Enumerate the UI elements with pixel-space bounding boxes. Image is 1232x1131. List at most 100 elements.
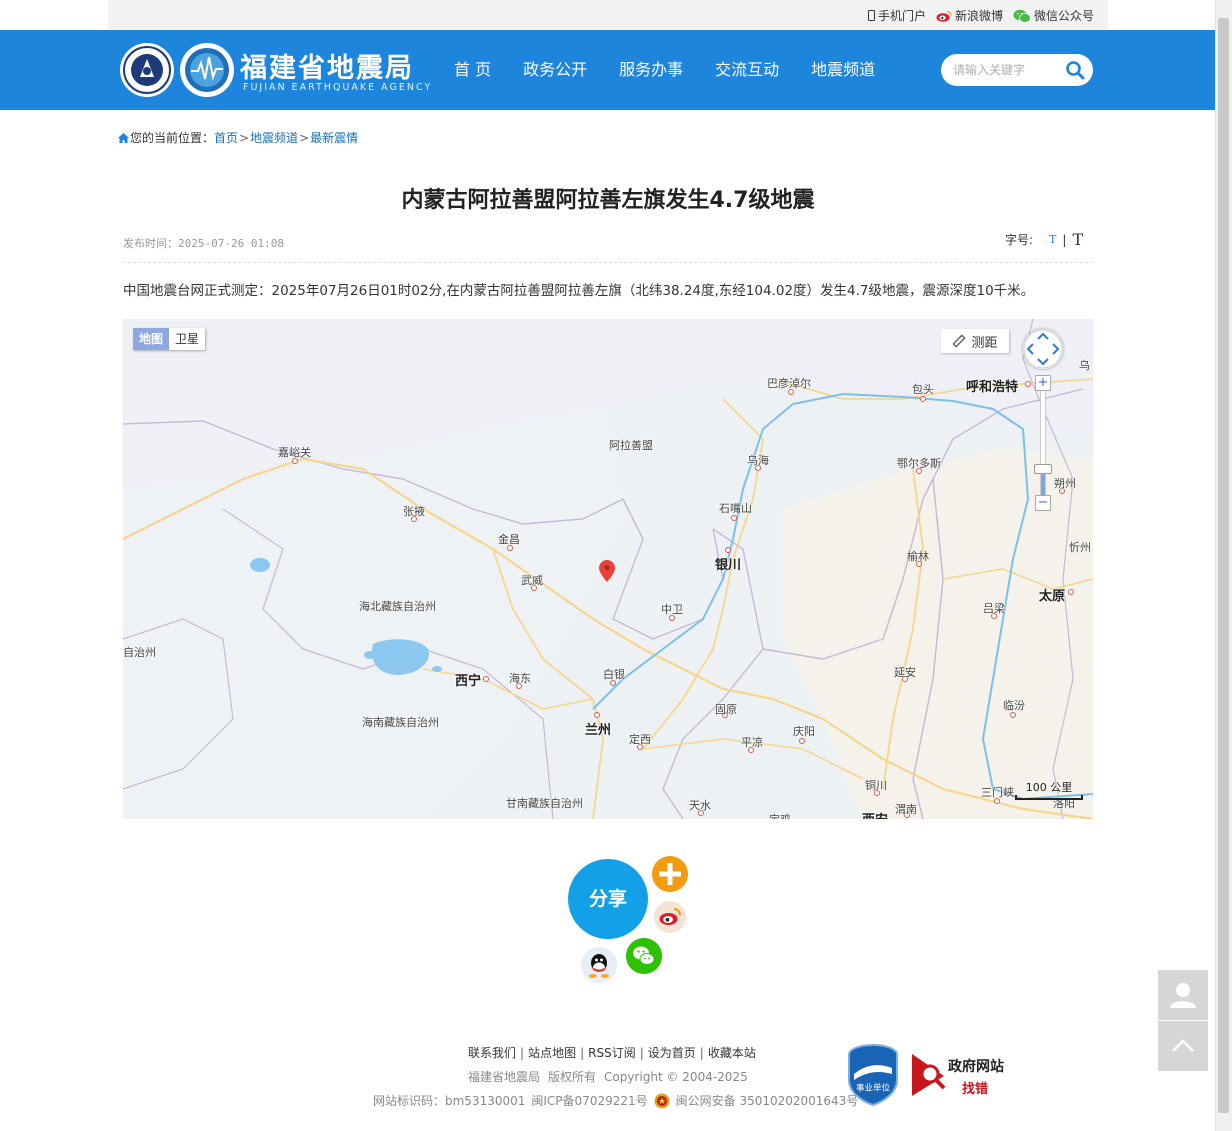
footer-link-sitemap[interactable]: 站点地图 [528,1046,576,1060]
mobile-portal-label: 手机门户 [877,9,926,23]
map-label-weinan: 渭南 [895,803,917,816]
breadcrumb-latest-quakes[interactable]: 最新震情 [310,129,358,146]
breadcrumb-separator: > [239,130,250,145]
font-size-switcher: 字号: T | T [1005,230,1083,249]
earthquake-administration-seal [120,43,174,97]
map-label-zhongwei: 中卫 [661,603,683,616]
weibo-label: 新浪微博 [954,9,1003,23]
epicenter-map[interactable]: 巴彦淖尔 包头 呼和浩特 乌 阿拉善盟 乌海 鄂尔多斯 嘉峪关 朔州 张掖 石嘴… [123,319,1093,819]
map-label-haibei: 海北藏族自治州 [359,600,436,613]
share-more-icon[interactable] [652,856,688,892]
epicenter-marker-icon[interactable] [599,560,615,582]
map-label-qingyang: 庆阳 [793,725,815,738]
nav-government-affairs[interactable]: 政务公开 [507,30,603,110]
share-button[interactable]: 分享 [568,859,648,939]
map-label-linfen: 临汾 [1003,699,1025,712]
page-scrollbar-thumb[interactable] [1218,18,1229,1113]
map-type-satellite-button[interactable]: 卫星 [169,328,206,350]
map-label-tianshui: 天水 [689,799,711,812]
share-qq-icon[interactable] [581,947,617,983]
nav-earthquake-channel[interactable]: 地震频道 [795,30,891,110]
map-label-pingliang: 平凉 [741,736,763,749]
magnifier-icon [912,1054,946,1096]
main-nav: 首 页 政务公开 服务办事 交流互动 地震频道 [438,30,891,110]
map-label-shuozhou: 朔州 [1054,477,1076,490]
map-label-hohhot: 呼和浩特 [966,380,1019,395]
badge-text: 事业单位 [856,1083,891,1094]
map-label-wuwei: 武威 [521,574,543,587]
map-label-ordos: 鄂尔多斯 [897,457,941,470]
map-label-guyuan: 固原 [715,703,737,716]
nav-home[interactable]: 首 页 [438,30,507,110]
share-wechat-icon[interactable] [626,938,662,974]
footer-copyright-text: Copyright © 2004-2025 [604,1070,748,1084]
city-dot [725,547,731,553]
map-label-hainan: 海南藏族自治州 [362,716,439,729]
font-size-large-button[interactable]: T [1072,230,1083,249]
font-size-label: 字号: [1005,233,1034,247]
breadcrumb-separator: > [299,130,310,145]
site-logo[interactable]: 福建省地震局 FUJIAN EARTHQUAKE AGENCY [120,40,430,100]
footer-link-rss[interactable]: RSS订阅 [588,1046,636,1060]
footer-links: 联系我们 | 站点地图 | RSS订阅 | 设为首页 | 收藏本站 [468,1046,756,1060]
wechat-link[interactable]: 微信公众号 [1013,7,1094,24]
map-scale: 100 公里 [1015,779,1083,800]
police-badge-icon [654,1093,670,1108]
map-label-yulin: 榆林 [907,550,929,563]
map-label-zizhizhou: 自治州 [123,646,156,659]
zoom-out-button[interactable]: − [1035,495,1051,511]
share-weibo-icon[interactable] [654,901,686,933]
search-box [941,54,1093,86]
map-label-lanzhou: 兰州 [585,723,612,738]
font-size-small-button[interactable]: T [1049,233,1056,246]
search-icon[interactable] [1065,60,1085,80]
map-label-baoji: 宝鸡 [769,811,791,819]
map-label-zhangye: 张掖 [403,505,425,518]
publish-time: 发布时间：2025-07-26 01:08 [123,235,284,251]
breadcrumb: 您的当前位置： 首页 > 地震频道 > 最新震情 [118,129,358,146]
nav-services[interactable]: 服务办事 [603,30,699,110]
map-type-map-button[interactable]: 地图 [133,328,170,350]
map-scale-label: 100 公里 [1025,781,1073,794]
footer-org: 福建省地震局 [468,1070,541,1084]
map-label-baiyin: 白银 [603,668,625,681]
ruler-icon [952,334,967,348]
fjea-seal [180,43,234,97]
float-user-button[interactable] [1158,970,1208,1020]
article-body: 中国地震台网正式测定：2025年07月26日01时02分,在内蒙古阿拉善盟阿拉善… [123,283,1035,299]
breadcrumb-earthquake-channel[interactable]: 地震频道 [250,129,298,146]
footer-registration: 网站标识码：bm53130001 闽ICP备07029221号 闽公网安备 35… [373,1092,858,1109]
map-label-baotou: 包头 [912,383,934,396]
nav-interaction[interactable]: 交流互动 [699,30,795,110]
gov-site-error-report-badge[interactable]: 政府网站 找错 [910,1052,1010,1098]
public-institution-badge[interactable]: 事业单位 [846,1044,900,1106]
footer-link-contact[interactable]: 联系我们 [468,1046,516,1060]
map-label-xining: 西宁 [455,674,482,689]
map-label-wu: 乌 [1079,359,1090,372]
map-label-taiyuan: 太原 [1039,589,1066,604]
footer-link-set-homepage[interactable]: 设为首页 [648,1046,696,1060]
map-pan-control[interactable] [1023,329,1063,369]
footer-icp-link[interactable]: 闽ICP备07029221号 [531,1092,647,1109]
publish-time-label: 发布时间： [123,237,178,250]
map-label-alxa: 阿拉善盟 [609,439,653,452]
mobile-portal-link[interactable]: 手机门户 [867,7,926,24]
breadcrumb-home[interactable]: 首页 [214,129,238,146]
map-label-lvliang: 吕梁 [983,602,1005,615]
weibo-link[interactable]: 新浪微博 [936,7,1003,24]
site-title: 福建省地震局 [240,53,414,84]
footer-police-link[interactable]: 闽公网安备 35010202001643号 [676,1092,859,1109]
phone-icon [867,10,875,21]
zoom-in-button[interactable]: + [1035,375,1051,391]
measure-distance-button[interactable]: 测距 [941,329,1009,353]
map-scale-bar [1015,795,1083,800]
measure-distance-label: 测距 [971,335,998,351]
map-label-xinzhou: 忻州 [1069,541,1091,554]
zoom-slider-thumb[interactable] [1034,464,1052,474]
footer-link-bookmark[interactable]: 收藏本站 [708,1046,756,1060]
map-label-yanan: 延安 [894,666,916,679]
wechat-label: 微信公众号 [1033,9,1094,23]
search-input[interactable] [953,61,1063,79]
back-to-top-button[interactable] [1158,1021,1208,1071]
gov-badge-line1: 政府网站 [948,1059,1004,1075]
